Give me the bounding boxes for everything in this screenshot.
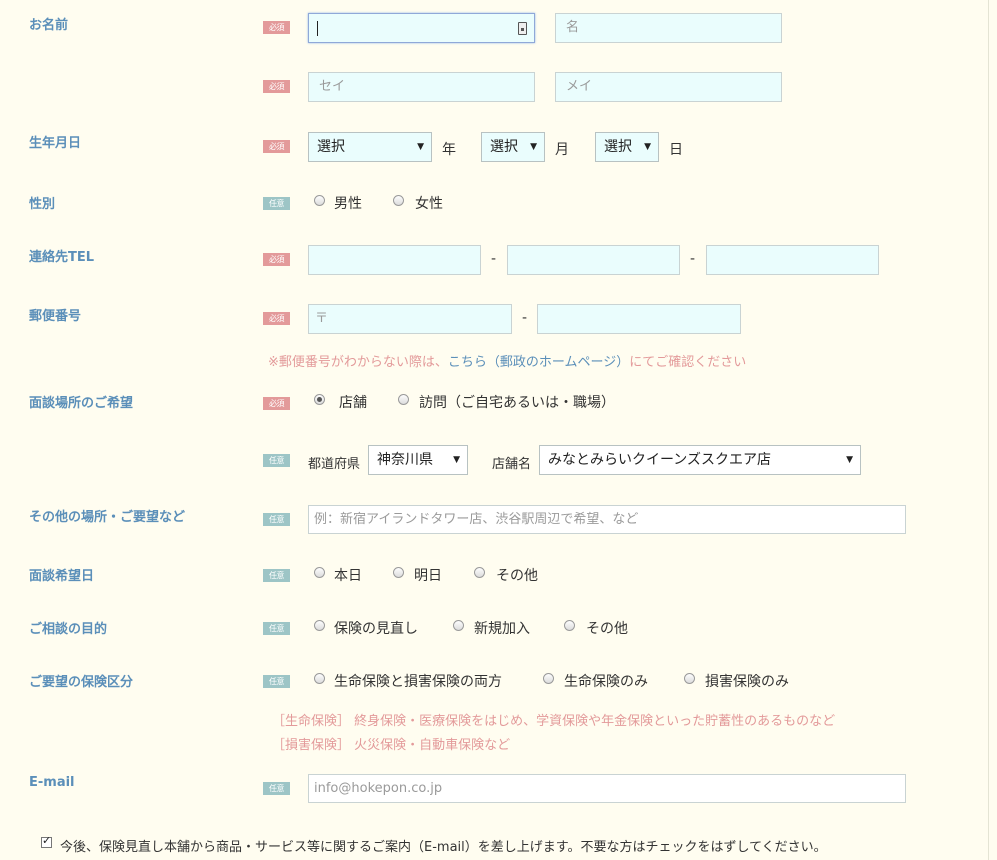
purpose-label: ご相談の目的: [29, 622, 108, 637]
birth-month-select[interactable]: 選択 ▼: [481, 132, 545, 162]
first-name-kana-input[interactable]: メイ: [555, 72, 782, 102]
birth-year-select[interactable]: 選択 ▼: [308, 132, 432, 162]
shop-label: 店舗名: [492, 457, 532, 472]
meeting-visit-radio[interactable]: [398, 394, 409, 405]
first-name-input[interactable]: 名: [555, 13, 782, 43]
gender-female-label: 女性: [415, 196, 443, 212]
dropdown-arrow-icon: ▼: [644, 142, 651, 152]
date-tomorrow-radio[interactable]: [393, 567, 404, 578]
prefecture-label: 都道府県: [308, 457, 361, 472]
zip-label: 郵便番号: [29, 309, 82, 324]
tel-label: 連絡先TEL: [29, 250, 95, 265]
purpose-other-label: その他: [586, 621, 628, 637]
insurance-life-label: 生命保険のみ: [564, 674, 648, 690]
date-other-radio[interactable]: [474, 567, 485, 578]
tel-part2-input[interactable]: [507, 245, 680, 275]
optional-badge: 任意: [263, 569, 290, 582]
zip-part2-input[interactable]: [537, 304, 741, 334]
tel-part1-input[interactable]: [308, 245, 481, 275]
gender-label: 性別: [29, 197, 56, 212]
day-unit: 日: [669, 142, 683, 158]
meeting-date-label: 面談希望日: [29, 569, 95, 584]
email-input[interactable]: info@hokepon.co.jp: [308, 774, 906, 803]
date-other-label: その他: [496, 568, 538, 584]
dropdown-arrow-icon: ▼: [846, 455, 853, 465]
dropdown-arrow-icon: ▼: [530, 142, 537, 152]
email-label: E-mail: [29, 775, 75, 790]
birthdate-label: 生年月日: [29, 136, 82, 151]
zip-lookup-link[interactable]: こちら（郵政のホームページ）: [448, 355, 629, 370]
optional-badge: 任意: [263, 782, 290, 795]
required-badge: 必須: [263, 312, 290, 325]
meeting-visit-label: 訪問（ご自宅あるいは・職場）: [419, 395, 615, 411]
prefecture-select[interactable]: 神奈川県 ▼: [368, 445, 468, 475]
date-tomorrow-label: 明日: [414, 568, 442, 584]
gender-male-radio[interactable]: [314, 195, 325, 206]
name-label: お名前: [29, 18, 69, 33]
insurance-life-radio[interactable]: [543, 673, 554, 684]
date-today-label: 本日: [334, 568, 362, 584]
newsletter-checkbox[interactable]: [41, 834, 52, 848]
insurance-property-radio[interactable]: [684, 673, 695, 684]
other-place-label: その他の場所・ご要望など: [29, 510, 186, 525]
optional-badge: 任意: [263, 197, 290, 210]
optional-badge: 任意: [263, 513, 290, 526]
insurance-property-label: 損害保険のみ: [705, 674, 789, 690]
month-unit: 月: [555, 142, 569, 158]
year-unit: 年: [442, 142, 456, 158]
dropdown-arrow-icon: ▼: [417, 142, 424, 152]
other-place-input[interactable]: 例：新宿アイランドタワー店、渋谷駅周辺で希望、など: [308, 505, 906, 534]
meeting-store-radio[interactable]: [314, 394, 325, 405]
shop-select[interactable]: みなとみらいクイーンズスクエア店 ▼: [539, 445, 861, 475]
insurance-both-radio[interactable]: [314, 673, 325, 684]
optional-badge: 任意: [263, 454, 290, 467]
insurance-both-label: 生命保険と損害保険の両方: [334, 674, 502, 690]
dropdown-arrow-icon: ▼: [453, 455, 460, 465]
meeting-store-label: 店舗: [339, 395, 367, 411]
page-border: [988, 0, 989, 860]
purpose-new-radio[interactable]: [453, 620, 464, 631]
required-badge: 必須: [263, 80, 290, 93]
required-badge: 必須: [263, 140, 290, 153]
zip-part1-input[interactable]: 〒: [308, 304, 512, 334]
optional-badge: 任意: [263, 622, 290, 635]
purpose-review-label: 保険の見直し: [334, 621, 418, 637]
last-name-input[interactable]: [308, 13, 535, 43]
tel-separator: -: [690, 251, 696, 267]
optional-badge: 任意: [263, 675, 290, 688]
required-badge: 必須: [263, 21, 290, 34]
purpose-new-label: 新規加入: [474, 621, 530, 637]
text-cursor: [317, 21, 318, 36]
newsletter-text: 今後、保険見直し本舗から商品・サービス等に関するご案内（E-mail）を差し上げ…: [60, 840, 827, 855]
date-today-radio[interactable]: [314, 567, 325, 578]
meeting-place-label: 面談場所のご希望: [29, 396, 134, 411]
zip-separator: -: [522, 310, 528, 326]
last-name-kana-input[interactable]: セイ: [308, 72, 535, 102]
life-insurance-note: ［生命保険］ 終身保険・医療保険をはじめ、学資保険や年金保険といった貯蓄性のある…: [272, 714, 836, 729]
birth-day-select[interactable]: 選択 ▼: [595, 132, 659, 162]
tel-separator: -: [491, 251, 497, 267]
purpose-other-radio[interactable]: [564, 620, 575, 631]
required-badge: 必須: [263, 253, 290, 266]
purpose-review-radio[interactable]: [314, 620, 325, 631]
required-badge: 必須: [263, 397, 290, 410]
gender-male-label: 男性: [334, 196, 362, 212]
gender-female-radio[interactable]: [393, 195, 404, 206]
keyboard-icon: [518, 22, 527, 35]
property-insurance-note: ［損害保険］ 火災保険・自動車保険など: [272, 738, 511, 753]
zip-help-note: ※郵便番号がわからない際は、こちら（郵政のホームページ）にてご確認ください: [268, 355, 747, 370]
insurance-type-label: ご要望の保険区分: [29, 675, 134, 690]
tel-part3-input[interactable]: [706, 245, 879, 275]
